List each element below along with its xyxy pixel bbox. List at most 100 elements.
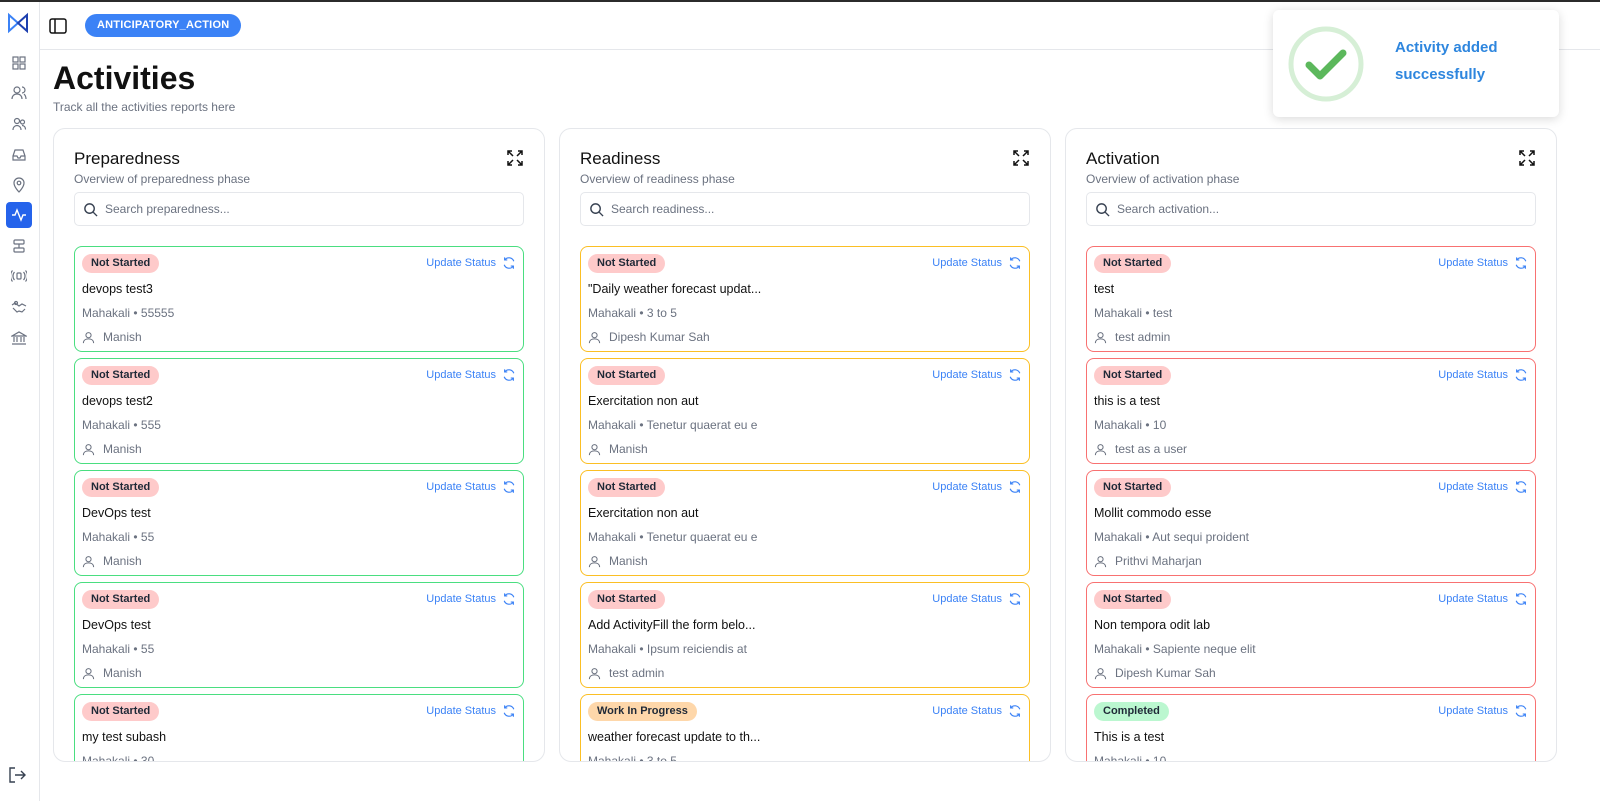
column-title: Readiness — [580, 149, 661, 168]
sidebar-toggle-icon[interactable] — [48, 16, 68, 36]
assignee-name: Dipesh Kumar Sah — [1115, 666, 1216, 680]
activity-card[interactable]: Not Started Update Status DevOps test Ma… — [74, 470, 524, 576]
activity-title: Non tempora odit lab — [1094, 618, 1211, 632]
activity-meta: Mahakali • 10 — [1094, 418, 1167, 432]
activity-card[interactable]: Not Started Update Status test Mahakali … — [1086, 246, 1536, 352]
update-status-button[interactable]: Update Status — [932, 368, 1022, 382]
update-status-button[interactable]: Update Status — [426, 480, 516, 494]
activity-title: this is a test — [1094, 394, 1160, 408]
activity-title: "Daily weather forecast updat... — [588, 282, 762, 296]
groups-icon[interactable] — [8, 113, 30, 135]
activity-assignee: Manish — [588, 442, 648, 456]
search-box[interactable] — [74, 192, 524, 226]
activity-card[interactable]: Completed Update Status This is a test M… — [1086, 694, 1536, 762]
inbox-icon[interactable] — [8, 144, 30, 166]
app-logo-icon[interactable] — [7, 12, 29, 34]
activity-card[interactable]: Not Started Update Status "Daily weather… — [580, 246, 1030, 352]
map-pin-icon[interactable] — [8, 174, 30, 196]
search-box[interactable] — [1086, 192, 1536, 226]
activity-meta: Mahakali • 10 — [1094, 754, 1167, 762]
update-status-label: Update Status — [426, 481, 496, 493]
handshake-icon[interactable] — [8, 296, 30, 318]
activity-title: Add ActivityFill the form belo... — [588, 618, 756, 632]
refresh-icon — [503, 257, 515, 269]
activity-title: This is a test — [1094, 730, 1165, 744]
refresh-icon — [1515, 705, 1527, 717]
update-status-button[interactable]: Update Status — [426, 704, 516, 718]
assignee-name: Manish — [103, 554, 142, 568]
activity-card[interactable]: Not Started Update Status devops test3 M… — [74, 246, 524, 352]
update-status-label: Update Status — [932, 593, 1002, 605]
expand-icon[interactable] — [506, 149, 524, 167]
activity-card[interactable]: Not Started Update Status my test subash… — [74, 694, 524, 761]
update-status-label: Update Status — [426, 257, 496, 269]
refresh-icon — [503, 369, 515, 381]
activity-card[interactable]: Not Started Update Status Add ActivityFi… — [580, 582, 1030, 688]
column-title: Preparedness — [74, 149, 180, 168]
column-description: Overview of activation phase — [1086, 172, 1240, 186]
refresh-icon — [1009, 369, 1021, 381]
search-icon — [84, 202, 98, 217]
activity-title: devops test2 — [82, 394, 153, 408]
update-status-label: Update Status — [1438, 481, 1508, 493]
logout-icon[interactable] — [7, 766, 27, 784]
activity-assignee: test admin — [1094, 330, 1170, 344]
project-tag[interactable]: ANTICIPATORY_ACTION — [85, 14, 242, 37]
update-status-label: Update Status — [932, 257, 1002, 269]
activity-card[interactable]: Not Started Update Status Non tempora od… — [1086, 582, 1536, 688]
preparedness-column: Preparedness Overview of preparedness ph… — [53, 128, 545, 762]
update-status-button[interactable]: Update Status — [1438, 368, 1528, 382]
bank-icon[interactable] — [8, 327, 30, 349]
broadcast-icon[interactable] — [8, 265, 30, 287]
update-status-button[interactable]: Update Status — [932, 256, 1022, 270]
activity-title: weather forecast update to th... — [588, 730, 761, 744]
status-badge-not-started: Not Started — [82, 478, 160, 497]
refresh-icon — [1515, 593, 1527, 605]
update-status-label: Update Status — [426, 705, 496, 717]
activity-title: test — [1094, 282, 1115, 296]
dashboard-icon[interactable] — [8, 52, 30, 74]
activity-card[interactable]: Not Started Update Status DevOps test Ma… — [74, 582, 524, 688]
update-status-button[interactable]: Update Status — [1438, 704, 1528, 718]
activity-meta: Mahakali • Aut sequi proident — [1094, 530, 1249, 544]
update-status-label: Update Status — [426, 593, 496, 605]
assignee-name: Dipesh Kumar Sah — [609, 330, 710, 344]
users-icon[interactable] — [8, 82, 30, 104]
update-status-button[interactable]: Update Status — [1438, 592, 1528, 606]
update-status-button[interactable]: Update Status — [1438, 256, 1528, 270]
user-icon — [1094, 443, 1107, 455]
update-status-button[interactable]: Update Status — [932, 592, 1022, 606]
update-status-button[interactable]: Update Status — [932, 704, 1022, 718]
update-status-button[interactable]: Update Status — [426, 256, 516, 270]
search-input[interactable] — [105, 202, 505, 216]
status-badge-not-started: Not Started — [588, 254, 666, 273]
search-box[interactable] — [580, 192, 1030, 226]
activity-card[interactable]: Not Started Update Status Exercitation n… — [580, 358, 1030, 464]
activity-card[interactable]: Not Started Update Status Exercitation n… — [580, 470, 1030, 576]
cards-list: Not Started Update Status "Daily weather… — [580, 246, 1030, 761]
status-badge-not-started: Not Started — [1094, 254, 1172, 273]
search-input[interactable] — [611, 202, 1011, 216]
activity-icon[interactable] — [6, 202, 32, 228]
success-toast: Activity added successfully — [1273, 10, 1559, 117]
cards-list: Not Started Update Status devops test3 M… — [74, 246, 524, 761]
activity-card[interactable]: Not Started Update Status Mollit commodo… — [1086, 470, 1536, 576]
update-status-button[interactable]: Update Status — [426, 592, 516, 606]
activity-card[interactable]: Work In Progress Update Status weather f… — [580, 694, 1030, 761]
user-icon — [1094, 331, 1107, 343]
update-status-button[interactable]: Update Status — [932, 480, 1022, 494]
expand-icon[interactable] — [1012, 149, 1030, 167]
layers-icon[interactable] — [8, 235, 30, 257]
activity-card[interactable]: Not Started Update Status devops test2 M… — [74, 358, 524, 464]
update-status-label: Update Status — [1438, 257, 1508, 269]
search-input[interactable] — [1117, 202, 1517, 216]
update-status-button[interactable]: Update Status — [1438, 480, 1528, 494]
expand-icon[interactable] — [1518, 149, 1536, 167]
activity-card[interactable]: Not Started Update Status this is a test… — [1086, 358, 1536, 464]
search-icon — [590, 202, 604, 217]
status-badge-not-started: Not Started — [82, 590, 160, 609]
activity-assignee: test as a user — [1094, 442, 1187, 456]
status-badge-not-started: Not Started — [588, 478, 666, 497]
update-status-button[interactable]: Update Status — [426, 368, 516, 382]
status-badge-work-in-progress: Work In Progress — [588, 702, 697, 721]
